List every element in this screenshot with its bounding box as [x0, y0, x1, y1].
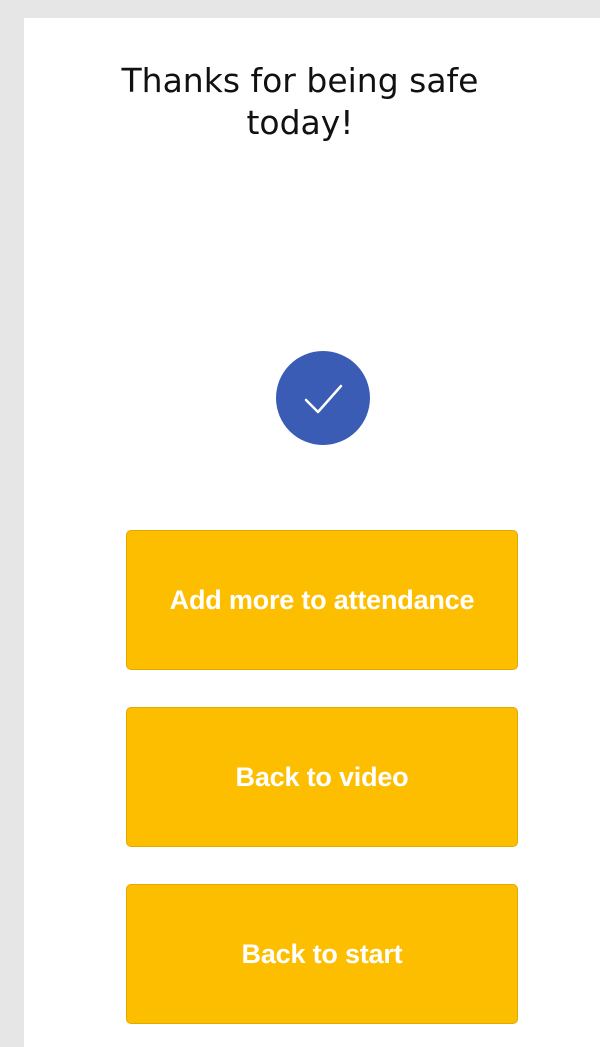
back-to-video-button[interactable]: Back to video [126, 707, 518, 847]
page-title: Thanks for being safe today! [0, 60, 600, 144]
add-more-button-label: Add more to attendance [169, 584, 475, 615]
back-to-video-button-label: Back to video [235, 761, 409, 792]
confirmation-screen: Thanks for being safe today! Add more to… [24, 18, 600, 1047]
title-line-2: today! [246, 103, 354, 142]
back-to-start-button[interactable]: Back to start [126, 884, 518, 1024]
success-check-badge [276, 351, 370, 445]
back-to-start-button-label: Back to start [241, 938, 403, 969]
checkmark-icon [304, 384, 343, 414]
add-more-to-attendance-button[interactable]: Add more to attendance [126, 530, 518, 670]
title-line-1: Thanks for being safe [121, 61, 479, 100]
